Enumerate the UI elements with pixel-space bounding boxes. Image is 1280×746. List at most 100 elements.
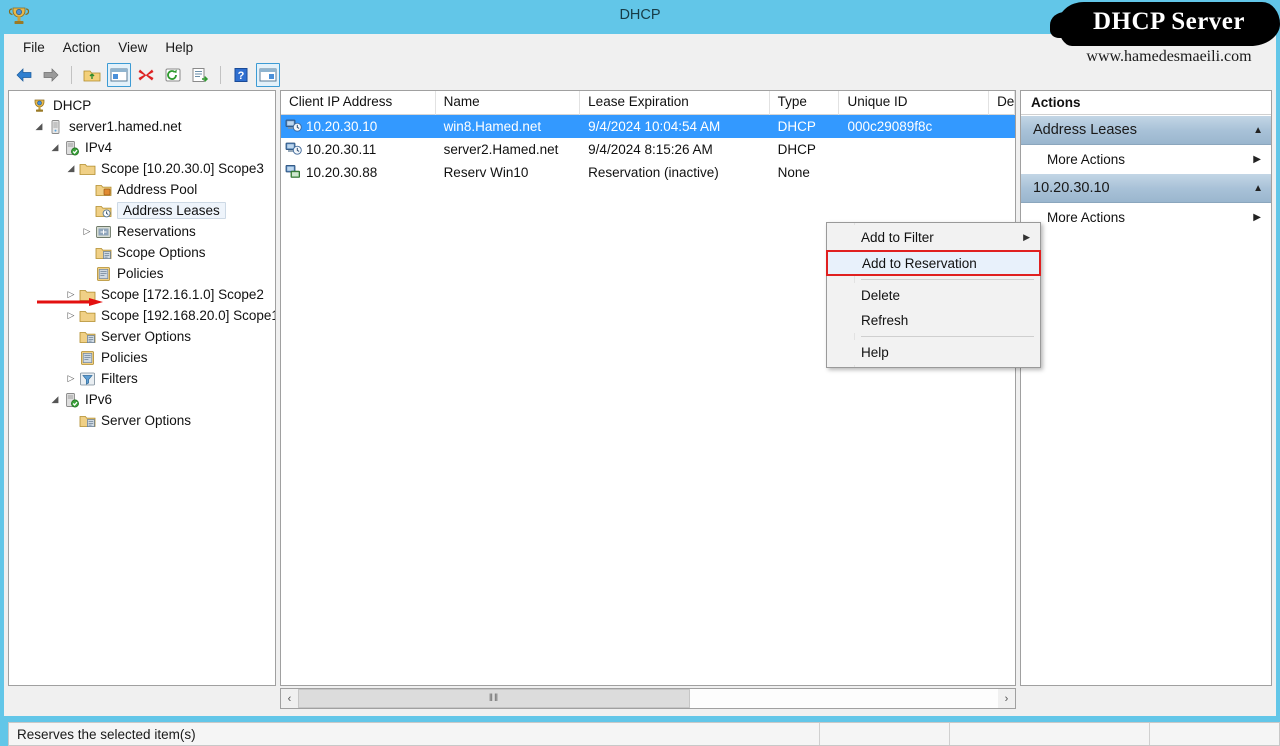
cell-client-ip-address: 10.20.30.88 bbox=[281, 163, 436, 182]
tree-node-address-leases[interactable]: Address Leases bbox=[9, 200, 275, 221]
menu-bar: File Action View Help bbox=[4, 34, 1276, 60]
up-one-level-icon[interactable] bbox=[80, 63, 104, 87]
toolbar-separator-2 bbox=[220, 66, 221, 84]
actions-item-more-actions[interactable]: More Actions ▶ bbox=[1021, 145, 1271, 173]
tree-node-label: DHCP bbox=[53, 98, 92, 113]
tree-node-server-options[interactable]: Server Options bbox=[9, 410, 275, 431]
tree-node-scope-options[interactable]: Scope Options bbox=[9, 242, 275, 263]
ipv4-icon bbox=[63, 140, 81, 156]
svg-text:?: ? bbox=[238, 70, 245, 82]
cell-client-ip-address: 10.20.30.10 bbox=[281, 117, 436, 136]
column-header-lease-expiration[interactable]: Lease Expiration bbox=[580, 91, 770, 115]
back-icon[interactable] bbox=[12, 63, 36, 87]
table-row[interactable]: 10.20.30.88 Reserv Win10 Reservation (inac… bbox=[281, 161, 1015, 184]
scroll-right-arrow-icon[interactable]: › bbox=[998, 689, 1015, 708]
address-leases-list-pane[interactable]: Client IP Address Name Lease Expiration Typ… bbox=[280, 90, 1016, 686]
status-cell-3 bbox=[1149, 723, 1279, 745]
expanded-twisty-icon[interactable]: ◢ bbox=[31, 121, 47, 132]
server-options-icon bbox=[79, 329, 97, 345]
column-header-de[interactable]: De bbox=[989, 91, 1015, 115]
tree-node-scope-10-20-30-0-scope3[interactable]: ◢ Scope [10.20.30.0] Scope3 bbox=[9, 158, 275, 179]
tree-node-scope-192-168-20-0-scope1[interactable]: ▷ Scope [192.168.20.0] Scope1 bbox=[9, 305, 275, 326]
actions-item-label: More Actions bbox=[1047, 209, 1126, 225]
column-header-unique-id[interactable]: Unique ID bbox=[839, 91, 990, 115]
table-row[interactable]: 10.20.30.10 win8.Hamed.net 9/4/2024 10:04:… bbox=[281, 115, 1015, 138]
scope-folder-icon bbox=[79, 161, 97, 177]
tree-node-ipv6[interactable]: ◢ IPv6 bbox=[9, 389, 275, 410]
address-leases-icon bbox=[95, 203, 113, 219]
tree-node-ipv4[interactable]: ◢ IPv4 bbox=[9, 137, 275, 158]
context-menu-item-add-to-filter[interactable]: Add to Filter ▶ bbox=[827, 225, 1040, 250]
context-menu-item-add-to-reservation[interactable]: Add to Reservation bbox=[826, 250, 1041, 276]
expanded-twisty-icon[interactable]: ◢ bbox=[47, 142, 63, 153]
chevron-up-icon[interactable]: ▲ bbox=[1253, 125, 1263, 136]
collapsed-twisty-icon[interactable]: ▷ bbox=[63, 310, 79, 321]
tree-node-server-options[interactable]: Server Options bbox=[9, 326, 275, 347]
policies-icon bbox=[79, 350, 97, 366]
tree-node-label: Reservations bbox=[117, 224, 196, 239]
menu-action[interactable]: Action bbox=[54, 37, 110, 58]
window-title: DHCP bbox=[619, 7, 661, 23]
context-menu-item-delete[interactable]: Delete bbox=[827, 283, 1040, 308]
console-tree-pane[interactable]: DHCP ◢ server1.hamed.net ◢ IPv4 ◢ Scope [10.20… bbox=[8, 90, 276, 686]
scrollbar-thumb[interactable]: ‖‖ bbox=[298, 689, 690, 708]
cell-lease-expiration: Reservation (inactive) bbox=[588, 165, 719, 180]
tree-node-label: Policies bbox=[101, 350, 148, 365]
tree-node-label: Address Pool bbox=[117, 182, 198, 197]
tree-node-label: Scope [172.16.1.0] Scope2 bbox=[101, 287, 264, 302]
actions-pane-title: Actions bbox=[1021, 91, 1271, 115]
context-menu-item-help[interactable]: Help bbox=[827, 340, 1040, 365]
address-pool-icon bbox=[95, 182, 113, 198]
submenu-arrow-icon: ▶ bbox=[1023, 232, 1030, 242]
help-icon[interactable]: ? bbox=[229, 63, 253, 87]
scrollbar-track[interactable]: ‖‖ bbox=[298, 689, 998, 708]
tree-node-address-pool[interactable]: Address Pool bbox=[9, 179, 275, 200]
column-header-client-ip-address[interactable]: Client IP Address bbox=[281, 91, 436, 115]
menu-file[interactable]: File bbox=[14, 37, 54, 58]
collapsed-twisty-icon[interactable]: ▷ bbox=[63, 289, 79, 300]
export-list-icon[interactable] bbox=[188, 63, 212, 87]
tree-node-dhcp[interactable]: DHCP bbox=[9, 95, 275, 116]
actions-section-header[interactable]: Address Leases ▲ bbox=[1021, 115, 1271, 145]
panes-container: DHCP ◢ server1.hamed.net ◢ IPv4 ◢ Scope [10.20… bbox=[8, 90, 1272, 709]
list-horizontal-scrollbar[interactable]: ‹ ‖‖ › bbox=[280, 688, 1016, 709]
server-icon bbox=[47, 119, 65, 135]
column-header-type[interactable]: Type bbox=[770, 91, 840, 115]
chevron-up-icon[interactable]: ▲ bbox=[1253, 183, 1263, 194]
table-row[interactable]: 10.20.30.11 server2.Hamed.net 9/4/2024 8:1… bbox=[281, 138, 1015, 161]
context-menu-item-label: Refresh bbox=[861, 313, 909, 328]
collapsed-twisty-icon[interactable]: ▷ bbox=[63, 373, 79, 384]
expanded-twisty-icon[interactable]: ◢ bbox=[63, 163, 79, 174]
menu-help[interactable]: Help bbox=[156, 37, 202, 58]
tree-node-label: Policies bbox=[117, 266, 164, 281]
tree-node-label: Scope Options bbox=[117, 245, 206, 260]
scroll-left-arrow-icon[interactable]: ‹ bbox=[281, 689, 298, 708]
show-hide-console-tree-icon[interactable] bbox=[107, 63, 131, 87]
tree-node-label: Scope [10.20.30.0] Scope3 bbox=[101, 161, 264, 176]
expanded-twisty-icon[interactable]: ◢ bbox=[47, 394, 63, 405]
tree-node-reservations[interactable]: ▷ Reservations bbox=[9, 221, 275, 242]
submenu-arrow-icon: ▶ bbox=[1253, 153, 1261, 165]
list-column-headers[interactable]: Client IP Address Name Lease Expiration Typ… bbox=[281, 91, 1015, 115]
show-action-pane-icon[interactable] bbox=[256, 63, 280, 87]
actions-item-more-actions[interactable]: More Actions ▶ bbox=[1021, 203, 1271, 231]
dhcp-console-window: DHCP File Action View Help ? DHCP ◢ serv… bbox=[0, 0, 1280, 746]
column-header-name[interactable]: Name bbox=[436, 91, 581, 115]
cell-type: DHCP bbox=[777, 142, 816, 157]
refresh-icon[interactable] bbox=[161, 63, 185, 87]
actions-section-header[interactable]: 10.20.30.10 ▲ bbox=[1021, 173, 1271, 203]
collapsed-twisty-icon[interactable]: ▷ bbox=[79, 226, 95, 237]
tree-node-policies[interactable]: Policies bbox=[9, 263, 275, 284]
delete-icon[interactable] bbox=[134, 63, 158, 87]
tree-node-scope-172-16-1-0-scope2[interactable]: ▷ Scope [172.16.1.0] Scope2 bbox=[9, 284, 275, 305]
tree-node-server1-hamed-net[interactable]: ◢ server1.hamed.net bbox=[9, 116, 275, 137]
tree-node-policies[interactable]: Policies bbox=[9, 347, 275, 368]
context-menu-item-label: Help bbox=[861, 345, 889, 360]
context-menu[interactable]: Add to Filter ▶ Add to Reservation Delete Re… bbox=[826, 222, 1041, 368]
context-menu-item-label: Add to Reservation bbox=[862, 255, 977, 271]
menu-view[interactable]: View bbox=[109, 37, 156, 58]
tree-node-filters[interactable]: ▷ Filters bbox=[9, 368, 275, 389]
context-menu-item-refresh[interactable]: Refresh bbox=[827, 308, 1040, 333]
forward-icon[interactable] bbox=[39, 63, 63, 87]
context-menu-item-label: Add to Filter bbox=[861, 230, 934, 245]
